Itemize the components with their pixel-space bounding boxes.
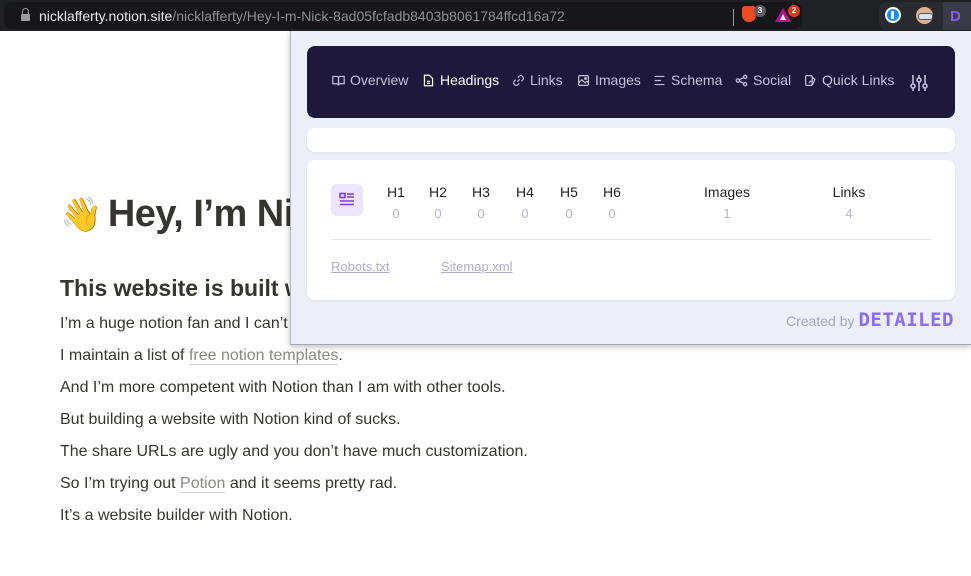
stat-links: Links 4: [824, 184, 874, 221]
link-icon: [513, 74, 524, 86]
paragraph: I maintain a list of free notion templat…: [60, 347, 343, 365]
stat-value: 0: [521, 206, 529, 221]
avatar-extension-icon[interactable]: [916, 7, 933, 24]
share-icon: [735, 74, 748, 86]
stat-label: Images: [704, 184, 750, 200]
bars-icon: [654, 75, 665, 85]
url-host: nicklafferty.notion.site: [39, 8, 173, 24]
rewards-count-badge: 2: [788, 5, 800, 17]
tab-label: Images: [595, 72, 641, 88]
stat-h2: H2 0: [428, 184, 448, 221]
stat-label: Links: [832, 184, 866, 200]
stat-h4: H4 0: [515, 184, 535, 221]
stat-label: H3: [472, 184, 490, 200]
sliders-icon[interactable]: [909, 73, 929, 93]
potion-link[interactable]: Potion: [180, 475, 226, 493]
created-by-credit: Created by DETAILED: [786, 309, 954, 331]
url-text[interactable]: nicklafferty.notion.site/nicklafferty/He…: [39, 8, 565, 24]
paragraph-text: .: [338, 347, 343, 364]
image-icon: [578, 74, 589, 86]
paragraph: I’m a huge notion fan and I can’t: [60, 315, 288, 332]
detailed-extension-icon: D: [950, 8, 961, 25]
tab-links[interactable]: Links: [512, 72, 563, 88]
headings-list-icon: [331, 184, 363, 216]
stat-h3: H3 0: [471, 184, 491, 221]
tab-overview[interactable]: Overview: [332, 72, 408, 88]
stat-images: Images 1: [697, 184, 757, 221]
stat-value: 1: [723, 206, 731, 221]
lock-icon[interactable]: [21, 8, 30, 21]
credit-prefix: Created by: [786, 313, 855, 329]
tab-label: Headings: [440, 72, 500, 88]
stat-label: H6: [603, 184, 621, 200]
stat-label: H5: [560, 184, 578, 200]
stat-value: 0: [565, 206, 573, 221]
stat-value: 0: [477, 206, 485, 221]
tab-quick-links[interactable]: Quick Links: [804, 72, 894, 88]
divider: [331, 239, 931, 240]
tab-headings[interactable]: Headings: [422, 72, 499, 88]
url-path: /nicklafferty/Hey-I-m-Nick-8ad05fcfadb84…: [172, 8, 565, 24]
summary-strip: [307, 128, 955, 152]
book-open-icon: [332, 75, 345, 85]
tab-label: Links: [530, 72, 563, 88]
detailed-logo[interactable]: DETAILED: [858, 309, 954, 331]
tab-social[interactable]: Social: [735, 72, 791, 88]
shields-count-badge: 3: [754, 5, 766, 17]
stat-label: H2: [429, 184, 447, 200]
popup-nav: Overview Headings Links Images Schema So…: [307, 46, 955, 118]
tab-schema[interactable]: Schema: [653, 72, 722, 88]
paragraph-text: and it seems pretty rad.: [225, 475, 398, 492]
document-icon: [423, 74, 434, 86]
paragraph: But building a website with Notion kind …: [60, 411, 401, 428]
paragraph: The share URLs are ugly and you don’t ha…: [60, 443, 528, 460]
stat-h1: H1 0: [387, 184, 405, 221]
stat-value: 4: [845, 206, 853, 221]
stat-label: H1: [387, 184, 405, 200]
address-bar[interactable]: nicklafferty.notion.site/nicklafferty/He…: [4, 2, 802, 29]
tab-label: Quick Links: [822, 72, 895, 88]
stat-value: 0: [608, 206, 616, 221]
stat-h5: H5 0: [559, 184, 579, 221]
tab-label: Schema: [671, 72, 723, 88]
stat-label: H4: [516, 184, 534, 200]
waving-hand-icon: 👋: [60, 196, 102, 234]
password-manager-extension-icon[interactable]: [885, 7, 901, 23]
tab-label: Overview: [350, 72, 409, 88]
paragraph: So I’m trying out Potion and it seems pr…: [60, 475, 397, 493]
free-notion-templates-link[interactable]: free notion templates: [188, 347, 339, 365]
stat-value: 0: [434, 206, 442, 221]
headings-card: H1 0 H2 0 H3 0 H4 0 H5 0 H6 0 Images 1 Links 4 R…: [307, 160, 955, 300]
browser-toolbar: nicklafferty.notion.site/nicklafferty/He…: [0, 0, 971, 31]
detailed-extension-button[interactable]: D: [943, 2, 971, 30]
quick-links-icon: [805, 74, 816, 86]
stat-h6: H6 0: [602, 184, 622, 221]
paragraph-text: So I’m trying out: [60, 475, 181, 492]
paragraph-text: I maintain a list of: [60, 347, 189, 364]
robots-txt-link[interactable]: Robots.txt: [331, 259, 390, 274]
sitemap-xml-link[interactable]: Sitemap.xml: [441, 259, 513, 274]
tab-label: Social: [753, 72, 792, 88]
stat-value: 0: [392, 206, 400, 221]
paragraph: It’s a website builder with Notion.: [60, 507, 293, 524]
paragraph: And I’m more competent with Notion than …: [60, 379, 506, 396]
tab-images[interactable]: Images: [577, 72, 641, 88]
divider: [733, 9, 734, 26]
detailed-extension-popup: Overview Headings Links Images Schema So…: [290, 31, 971, 345]
